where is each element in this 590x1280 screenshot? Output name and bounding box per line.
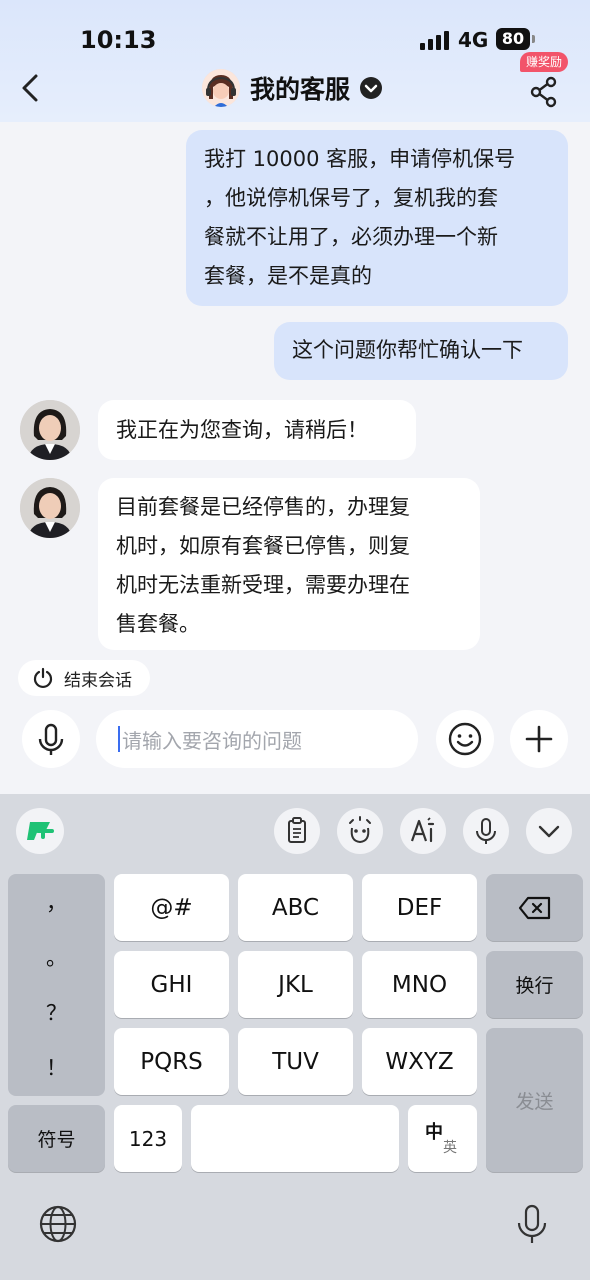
user-message: 这个问题你帮忙确认一下 [274, 322, 568, 380]
agent-avatar [20, 478, 80, 538]
keyboard: ， 。 ？ ！ @# ABC DEF GHI JKL MNO 换行 PQRS T… [0, 794, 590, 1280]
signal-icon [420, 30, 450, 50]
keyboard-voice-button[interactable] [463, 808, 509, 854]
microphone-icon [38, 723, 64, 755]
punct-key[interactable]: ， [8, 874, 105, 929]
message-line: 这个问题你帮忙确认一下 [292, 338, 523, 362]
smiley-icon [448, 722, 482, 756]
message-line: ，他说停机保号了，复机我的套 [204, 186, 498, 210]
sticker-button[interactable] [337, 808, 383, 854]
hide-keyboard-button[interactable] [526, 808, 572, 854]
voice-input-button[interactable] [22, 710, 80, 768]
agent-message: 目前套餐是已经停售的，办理复 机时，如原有套餐已停售，则复 机时无法重新受理，需… [98, 478, 480, 650]
globe-icon [39, 1205, 77, 1243]
reward-badge[interactable]: 赚奖励 [520, 52, 569, 72]
language-switch-key[interactable]: 中 英 [408, 1105, 477, 1172]
keyboard-toolbar [0, 808, 590, 862]
key-mno[interactable]: MNO [362, 951, 477, 1018]
numbers-key[interactable]: 123 [114, 1105, 182, 1172]
message-line: 机时无法重新受理，需要办理在 [116, 573, 410, 597]
status-time: 10:13 [80, 26, 157, 54]
punct-key[interactable]: ！ [8, 1039, 105, 1094]
nav-bar: 我的客服 [0, 62, 590, 116]
backspace-icon [518, 896, 550, 919]
input-bar: 请输入要咨询的问题 [0, 706, 590, 776]
message-input[interactable]: 请输入要咨询的问题 [96, 710, 418, 768]
space-key[interactable] [191, 1105, 399, 1172]
end-chat-button[interactable]: 结束会话 [18, 660, 150, 696]
input-placeholder: 请输入要咨询的问题 [122, 728, 302, 753]
battery-tip [532, 35, 535, 43]
clipboard-icon [288, 817, 306, 843]
share-icon [530, 76, 557, 108]
power-icon [33, 667, 53, 689]
microphone-icon [517, 1204, 547, 1243]
lang-secondary: 英 [443, 1140, 457, 1156]
message-line: 套餐，是不是真的 [204, 264, 372, 288]
punct-key[interactable]: 。 [8, 929, 105, 984]
ime-logo-button[interactable] [16, 808, 64, 854]
punctuation-column: ， 。 ？ ！ [8, 874, 105, 1096]
emoji-button[interactable] [436, 710, 494, 768]
plus-icon [525, 725, 553, 753]
message-line: 售套餐。 [116, 612, 200, 636]
font-style-button[interactable] [400, 808, 446, 854]
key-jkl[interactable]: JKL [238, 951, 353, 1018]
dictation-button[interactable] [510, 1202, 554, 1246]
service-title-button[interactable]: 我的客服 [202, 66, 383, 110]
battery-level: 80 [501, 29, 525, 48]
status-bar: 10:13 4G 80 [0, 18, 590, 62]
key-tuv[interactable]: TUV [238, 1028, 353, 1095]
message-line: 我打 10000 客服，申请停机保号 [204, 147, 516, 171]
agent-avatar [20, 400, 80, 460]
message-line: 机时，如原有套餐已停售，则复 [116, 534, 410, 558]
key-pqrs[interactable]: PQRS [114, 1028, 229, 1095]
clipboard-button[interactable] [274, 808, 320, 854]
share-button[interactable] [522, 68, 566, 112]
newline-key[interactable]: 换行 [486, 951, 583, 1018]
text-style-icon [410, 817, 435, 843]
send-key[interactable]: 发送 [486, 1028, 583, 1172]
backspace-key[interactable] [486, 874, 583, 941]
chevron-left-icon [22, 74, 38, 102]
service-avatar [202, 69, 240, 107]
key-wxyz[interactable]: WXYZ [362, 1028, 477, 1095]
add-button[interactable] [510, 710, 568, 768]
punct-key[interactable]: ？ [8, 984, 105, 1039]
face-sticker-icon [349, 816, 371, 844]
lang-primary: 中 [425, 1122, 443, 1143]
symbols-key[interactable]: 符号 [8, 1105, 105, 1172]
message-line: 目前套餐是已经停售的，办理复 [116, 495, 410, 519]
top-bar: 10:13 4G 80 我的客服 赚奖励 [0, 0, 590, 122]
chevron-down-icon [538, 825, 560, 838]
page-title: 我的客服 [250, 75, 351, 104]
message-line: 餐就不让用了，必须办理一个新 [204, 225, 498, 249]
text-caret [118, 726, 120, 752]
message-line: 我正在为您查询，请稍后！ [116, 418, 368, 442]
chevron-down-icon [360, 77, 383, 99]
end-chat-label: 结束会话 [64, 670, 132, 691]
key-abc[interactable]: ABC [238, 874, 353, 941]
key-def[interactable]: DEF [362, 874, 477, 941]
key-ghi[interactable]: GHI [114, 951, 229, 1018]
microphone-icon [476, 818, 496, 844]
back-button[interactable] [14, 68, 50, 108]
network-type: 4G [458, 28, 489, 52]
agent-message: 我正在为您查询，请稍后！ [98, 400, 416, 460]
key-symbols-at[interactable]: @# [114, 874, 229, 941]
user-message: 我打 10000 客服，申请停机保号 ，他说停机保号了，复机我的套 餐就不让用了… [186, 130, 568, 306]
ime-logo-icon [27, 822, 54, 840]
globe-button[interactable] [36, 1202, 80, 1246]
battery-icon: 80 [496, 28, 530, 50]
